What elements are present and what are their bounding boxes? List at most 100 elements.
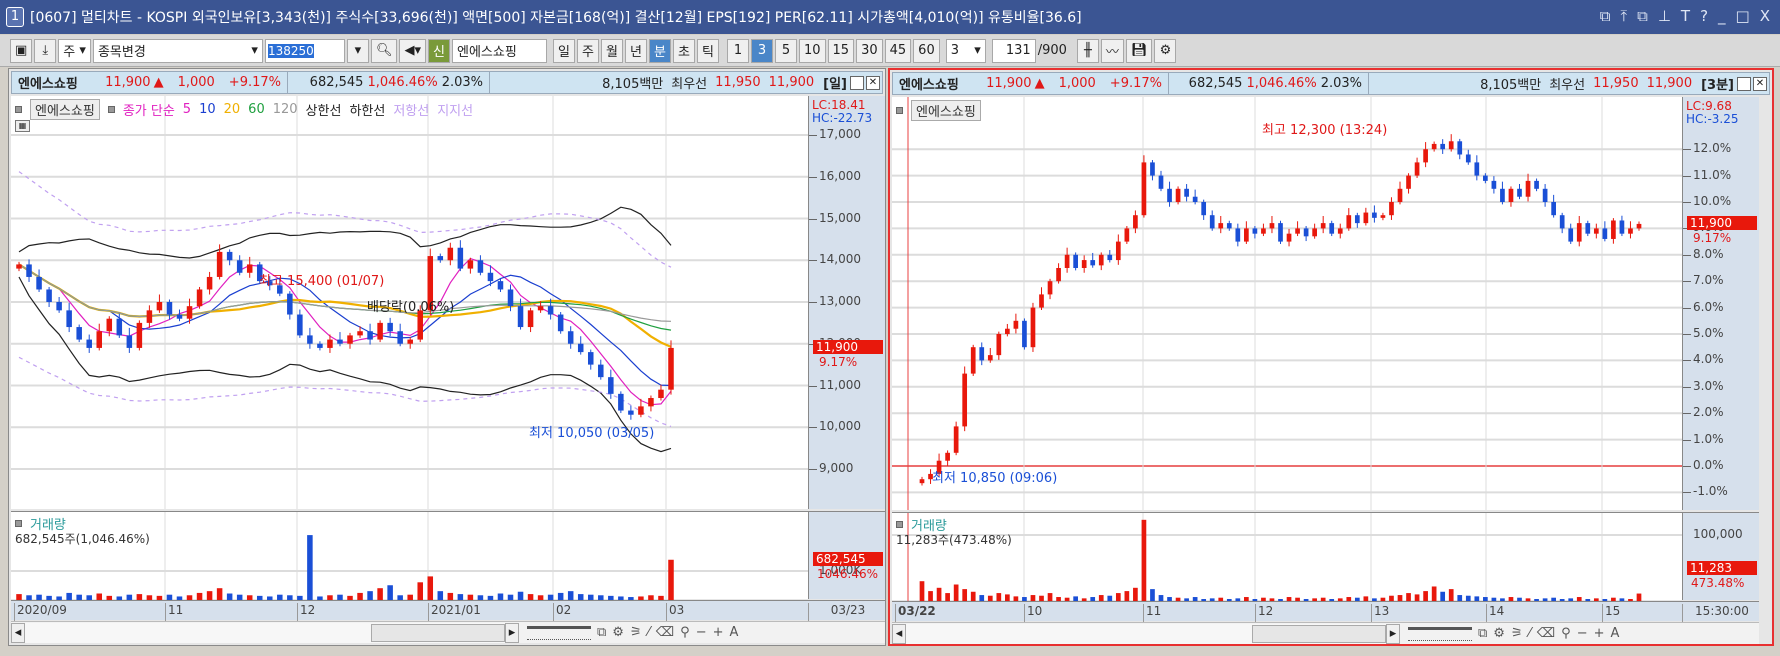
gear-icon[interactable]: ⚙ [1154,38,1177,63]
layout-icon[interactable]: ▣ [10,38,33,63]
right-volume-chart[interactable] [892,513,1682,601]
legend-item-8[interactable]: 저항선 [393,100,429,119]
zoom-out-icon[interactable]: − [1577,626,1588,641]
display-count-input[interactable]: 131 [991,38,1036,63]
legend-item-5[interactable]: 120 [273,102,298,117]
legend-item-3[interactable]: 20 [224,102,241,117]
legend-item-6[interactable]: 상한선 [306,100,342,119]
code-dropdown[interactable]: ▾ [346,38,369,63]
window-control-3-icon[interactable]: ⊥ [1658,7,1671,25]
interval-tab-3[interactable]: 10 [798,38,826,63]
interval-tab-4[interactable]: 15 [827,38,855,63]
candle-body [447,247,454,261]
sound-icon[interactable]: ◀▾ [399,38,426,63]
scrollbar-thumb[interactable] [370,623,505,642]
legend-toggle-icon[interactable] [15,106,22,113]
interval-tab-1[interactable]: 3 [750,38,773,63]
stock-change-select[interactable]: 종목변경 ▾ [92,38,263,63]
period-tab-0[interactable]: 일 [552,38,575,63]
save-icon[interactable]: 💾︎ [1125,38,1153,63]
chart-type-icon[interactable]: ⧉ [597,625,606,640]
chart-type-icon[interactable]: ⧉ [1478,626,1487,641]
left-scrollbar-track[interactable] [25,622,505,643]
indicator-icon[interactable]: ⚞ [1511,626,1523,641]
period-tab-2[interactable]: 월 [600,38,623,63]
interval-tab-0[interactable]: 1 [726,38,749,63]
search-icon[interactable]: ⚲ [680,625,690,640]
interval-tab-5[interactable]: 30 [856,38,883,63]
zoom-in-icon[interactable]: + [713,625,724,640]
interval-tab-6[interactable]: 45 [884,38,912,63]
zoom-in-icon[interactable]: + [1594,626,1605,641]
font-icon[interactable]: A [730,625,739,640]
window-control-1-icon[interactable]: ⤒ [1620,7,1627,25]
settings-icon[interactable]: ⚙ [612,625,624,640]
eraser-icon[interactable]: ⌫ [656,625,674,640]
candle-body [1133,215,1138,229]
download-icon[interactable]: ⤓ [34,38,57,63]
interval-tab-2[interactable]: 5 [774,38,797,63]
legend-item-7[interactable]: 하한선 [349,100,385,119]
search-icon[interactable]: 🔍︎ [370,38,398,63]
scroll-left-button[interactable]: ◂ [892,623,906,644]
stock-name-field[interactable]: 엔에스쇼핑 [451,38,547,63]
window-control-8-icon[interactable]: X [1760,7,1770,25]
stock-code-input[interactable]: 138250 [264,38,345,63]
period-tab-4[interactable]: 분 [648,38,671,63]
window-control-0-icon[interactable]: ⧉ [1600,7,1611,25]
legend-item-4[interactable]: 60 [248,102,265,117]
legend-item-1[interactable]: 5 [183,102,191,117]
settings-icon[interactable]: ⚙ [1493,626,1505,641]
right-close-icon[interactable]: ✕ [1753,76,1767,91]
left-maximize-icon[interactable] [850,75,864,90]
market-select[interactable]: 주 ▾ [58,38,91,63]
window-control-5-icon[interactable]: ? [1700,7,1708,25]
y-tick-label: 9,000 [819,461,854,475]
eraser-icon[interactable]: ⌫ [1537,626,1555,641]
scrollbar-thumb[interactable] [1251,624,1386,643]
draw-icon[interactable]: ⁄ [648,625,650,640]
candle-body [1201,202,1207,216]
period-tab-1[interactable]: 주 [576,38,599,63]
line-add-icon[interactable]: 〰 [1100,38,1124,63]
legend-ma-toggle-icon[interactable] [107,106,115,113]
period-tab-6[interactable]: 틱 [696,38,719,63]
legend-item-2[interactable]: 10 [199,102,216,117]
draw-icon[interactable]: ⁄ [1529,626,1531,641]
scroll-right-button[interactable]: ▸ [1386,623,1400,644]
grid-table-icon[interactable]: ▦ [15,120,30,132]
period-tab-3[interactable]: 년 [624,38,647,63]
right-price-chart[interactable] [892,97,1682,510]
right-scrollbar-track[interactable] [906,623,1386,644]
font-icon[interactable]: A [1611,626,1620,641]
window-control-2-icon[interactable]: ⧉ [1637,7,1648,25]
scroll-left-button[interactable]: ◂ [11,622,25,643]
left-close-icon[interactable]: ✕ [866,75,880,90]
legend-item-0[interactable]: 종가 단순 [123,100,175,119]
scroll-right-button[interactable]: ▸ [505,622,519,643]
window-control-6-icon[interactable]: _ [1718,7,1726,25]
zoom-out-icon[interactable]: − [696,625,707,640]
legend-item-9[interactable]: 지지선 [437,100,473,119]
search-icon[interactable]: ⚲ [1561,626,1571,641]
interval-tab-7[interactable]: 60 [913,38,940,63]
right-legend-stock-button[interactable]: 엔에스쇼핑 [911,100,981,121]
right-zoom-slider[interactable] [1408,626,1472,641]
left-legend-stock-button[interactable]: 엔에스쇼핑 [30,99,100,120]
candle-body [1005,328,1010,334]
volume-toggle-icon[interactable] [15,520,22,527]
right-info-bar: 엔에스쇼핑 11,900 ▲ 1,000 +9.17% 682,545 1,046.46% 2… [892,72,1770,95]
volume-toggle-icon[interactable] [896,521,903,528]
period-tab-5[interactable]: 초 [672,38,695,63]
window-number-badge[interactable]: 1 [6,7,24,27]
legend-toggle-icon[interactable] [896,107,903,114]
indicator-icon[interactable]: ⚞ [630,625,642,640]
window-control-4-icon[interactable]: T [1681,7,1690,25]
count-select[interactable]: 3 ▾ [945,38,986,63]
candle-body [547,306,554,315]
candle-add-icon[interactable]: ╫ [1076,38,1099,63]
left-zoom-slider[interactable] [527,625,591,640]
window-control-7-icon[interactable]: □ [1736,7,1750,25]
right-maximize-icon[interactable] [1737,76,1751,91]
left-volume-chart[interactable] [11,512,808,600]
